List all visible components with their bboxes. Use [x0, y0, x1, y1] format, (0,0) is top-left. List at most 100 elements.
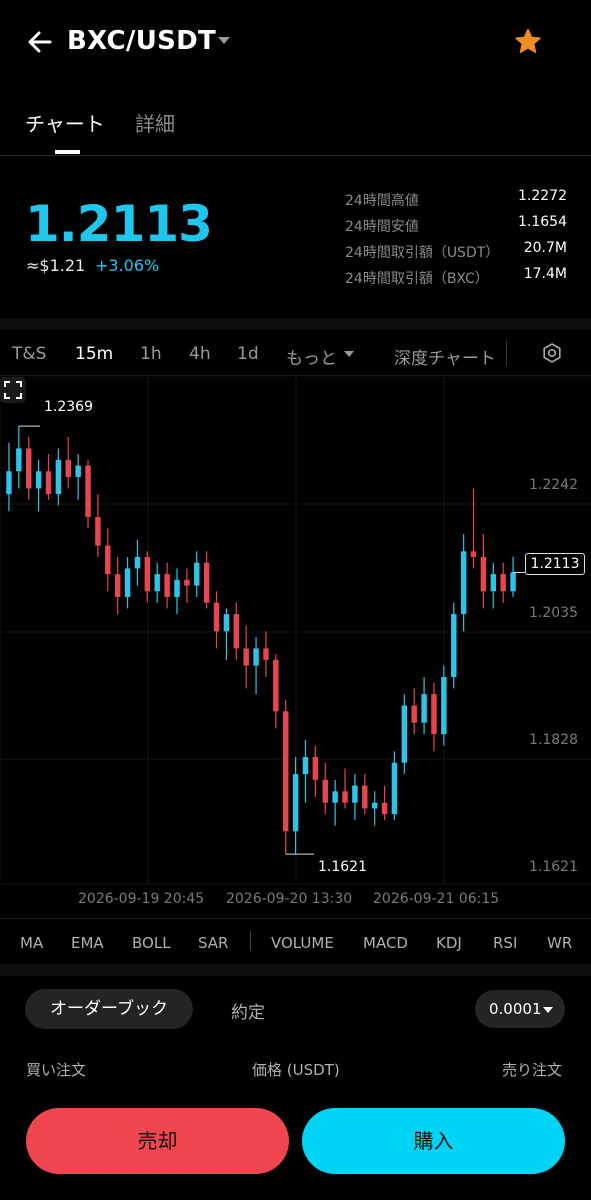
star-icon[interactable]: [513, 27, 543, 57]
stats-panel: 24時間高値 1.2272 24時間安値 1.1654 24時間取引額（USDT…: [345, 188, 567, 292]
depth-chart-tab[interactable]: 深度チャート: [394, 344, 496, 369]
asks-column-header: 売り注文: [502, 1061, 563, 1079]
candle: [114, 557, 121, 615]
candle-body: [16, 448, 22, 472]
candle: [381, 785, 388, 820]
indicator-boll[interactable]: BOLL: [132, 934, 171, 952]
candle-body: [263, 648, 269, 660]
candle-body: [460, 551, 467, 615]
tab-chart[interactable]: チャート: [25, 108, 105, 137]
indicator-sar[interactable]: SAR: [198, 934, 228, 952]
stat-label: 24時間高値: [345, 193, 419, 209]
candle: [263, 631, 269, 677]
candle-body: [223, 614, 230, 632]
tab-details[interactable]: 詳細: [135, 108, 175, 137]
candle: [134, 539, 141, 586]
y-tick-label: 1.1828: [529, 732, 578, 748]
low-price-label: 1.1621: [318, 859, 367, 875]
arrow-left-icon[interactable]: [24, 26, 56, 58]
candle: [124, 557, 131, 609]
tf-15m[interactable]: 15m: [75, 344, 113, 364]
candle-body: [391, 762, 398, 815]
tf-1d[interactable]: 1d: [237, 344, 259, 364]
candle: [441, 665, 447, 746]
candle: [510, 557, 516, 597]
active-tab-indicator: [55, 150, 80, 154]
tf-1h[interactable]: 1h: [140, 344, 162, 364]
tab-trades[interactable]: 約定: [231, 998, 265, 1023]
candle-body: [184, 579, 190, 586]
x-tick-label: 2026-09-21 06:15: [373, 891, 500, 907]
candle: [490, 562, 497, 609]
candle-body: [213, 602, 220, 632]
candle: [45, 454, 52, 500]
candle-body: [312, 757, 319, 780]
candle-body: [441, 677, 447, 735]
hexagon-gear-icon[interactable]: [541, 342, 563, 364]
candle: [16, 426, 22, 489]
sell-button[interactable]: 売却: [26, 1108, 289, 1174]
caret-down-icon[interactable]: [218, 37, 230, 44]
candle-body: [75, 465, 81, 477]
indicator-kdj[interactable]: KDJ: [436, 934, 462, 952]
fiat-approx: ≈$1.21: [26, 256, 86, 275]
pair-title[interactable]: BXC/USDT: [67, 26, 216, 56]
section-divider: [0, 964, 591, 976]
stat-value: 17.4M: [523, 266, 567, 282]
candle: [55, 448, 62, 506]
candle-body: [381, 802, 388, 815]
candle-body: [194, 562, 200, 586]
stat-value: 1.2272: [518, 188, 567, 204]
candle-body: [95, 517, 101, 546]
indicator-wr[interactable]: WR: [547, 934, 572, 952]
buy-button[interactable]: 購入: [302, 1108, 565, 1174]
precision-select[interactable]: 0.0001: [475, 990, 565, 1028]
tab-orderbook[interactable]: オーダーブック: [25, 989, 193, 1029]
candle-body: [292, 774, 299, 832]
indicator-rsi[interactable]: RSI: [493, 934, 517, 952]
current-price-tag: 1.2113: [525, 553, 585, 575]
candle: [203, 551, 210, 609]
candle-body: [45, 471, 52, 495]
stat-row: 24時間取引額（USDT） 20.7M: [345, 240, 567, 266]
precision-value: 0.0001: [489, 1000, 542, 1018]
candle-body: [480, 557, 487, 592]
candle-body: [174, 579, 180, 597]
candle: [332, 779, 338, 826]
candle: [233, 602, 240, 660]
caret-down-icon[interactable]: [344, 351, 354, 357]
indicator-ema[interactable]: EMA: [71, 934, 104, 952]
candle-body: [352, 785, 358, 803]
indicator-bar: MA EMA BOLL SAR VOLUME MACD KDJ RSI WR: [0, 918, 591, 964]
candle: [164, 562, 170, 609]
candle: [302, 739, 309, 803]
last-price: 1.2113: [25, 195, 213, 253]
fullscreen-icon[interactable]: [0, 377, 26, 403]
candle-body: [371, 802, 378, 809]
candle: [470, 488, 477, 569]
candle: [322, 762, 328, 815]
tf-time-sales[interactable]: T&S: [12, 344, 46, 364]
candle: [431, 682, 437, 752]
stat-row: 24時間高値 1.2272: [345, 188, 567, 214]
indicator-ma[interactable]: MA: [20, 934, 43, 952]
candle: [460, 534, 467, 632]
candle: [75, 454, 81, 500]
indicator-macd[interactable]: MACD: [363, 934, 408, 952]
stat-value: 1.1654: [518, 214, 567, 230]
y-tick-label: 1.2035: [529, 605, 578, 621]
candle: [480, 534, 487, 609]
candle-body: [332, 791, 338, 803]
tf-4h[interactable]: 4h: [189, 344, 211, 364]
stat-value: 20.7M: [523, 240, 567, 256]
candle-body: [431, 694, 437, 735]
candle: [184, 568, 190, 603]
indicator-volume[interactable]: VOLUME: [271, 934, 334, 952]
stat-label: 24時間安値: [345, 219, 419, 235]
tf-more[interactable]: もっと: [286, 344, 337, 369]
candle: [65, 437, 71, 489]
chart-canvas[interactable]: [0, 377, 591, 917]
candle-body: [85, 465, 91, 517]
candle-body: [144, 557, 151, 592]
candlestick-chart[interactable]: 1.2369 1.1621 1.2242 1.2035 1.1828 1.162…: [0, 377, 591, 917]
